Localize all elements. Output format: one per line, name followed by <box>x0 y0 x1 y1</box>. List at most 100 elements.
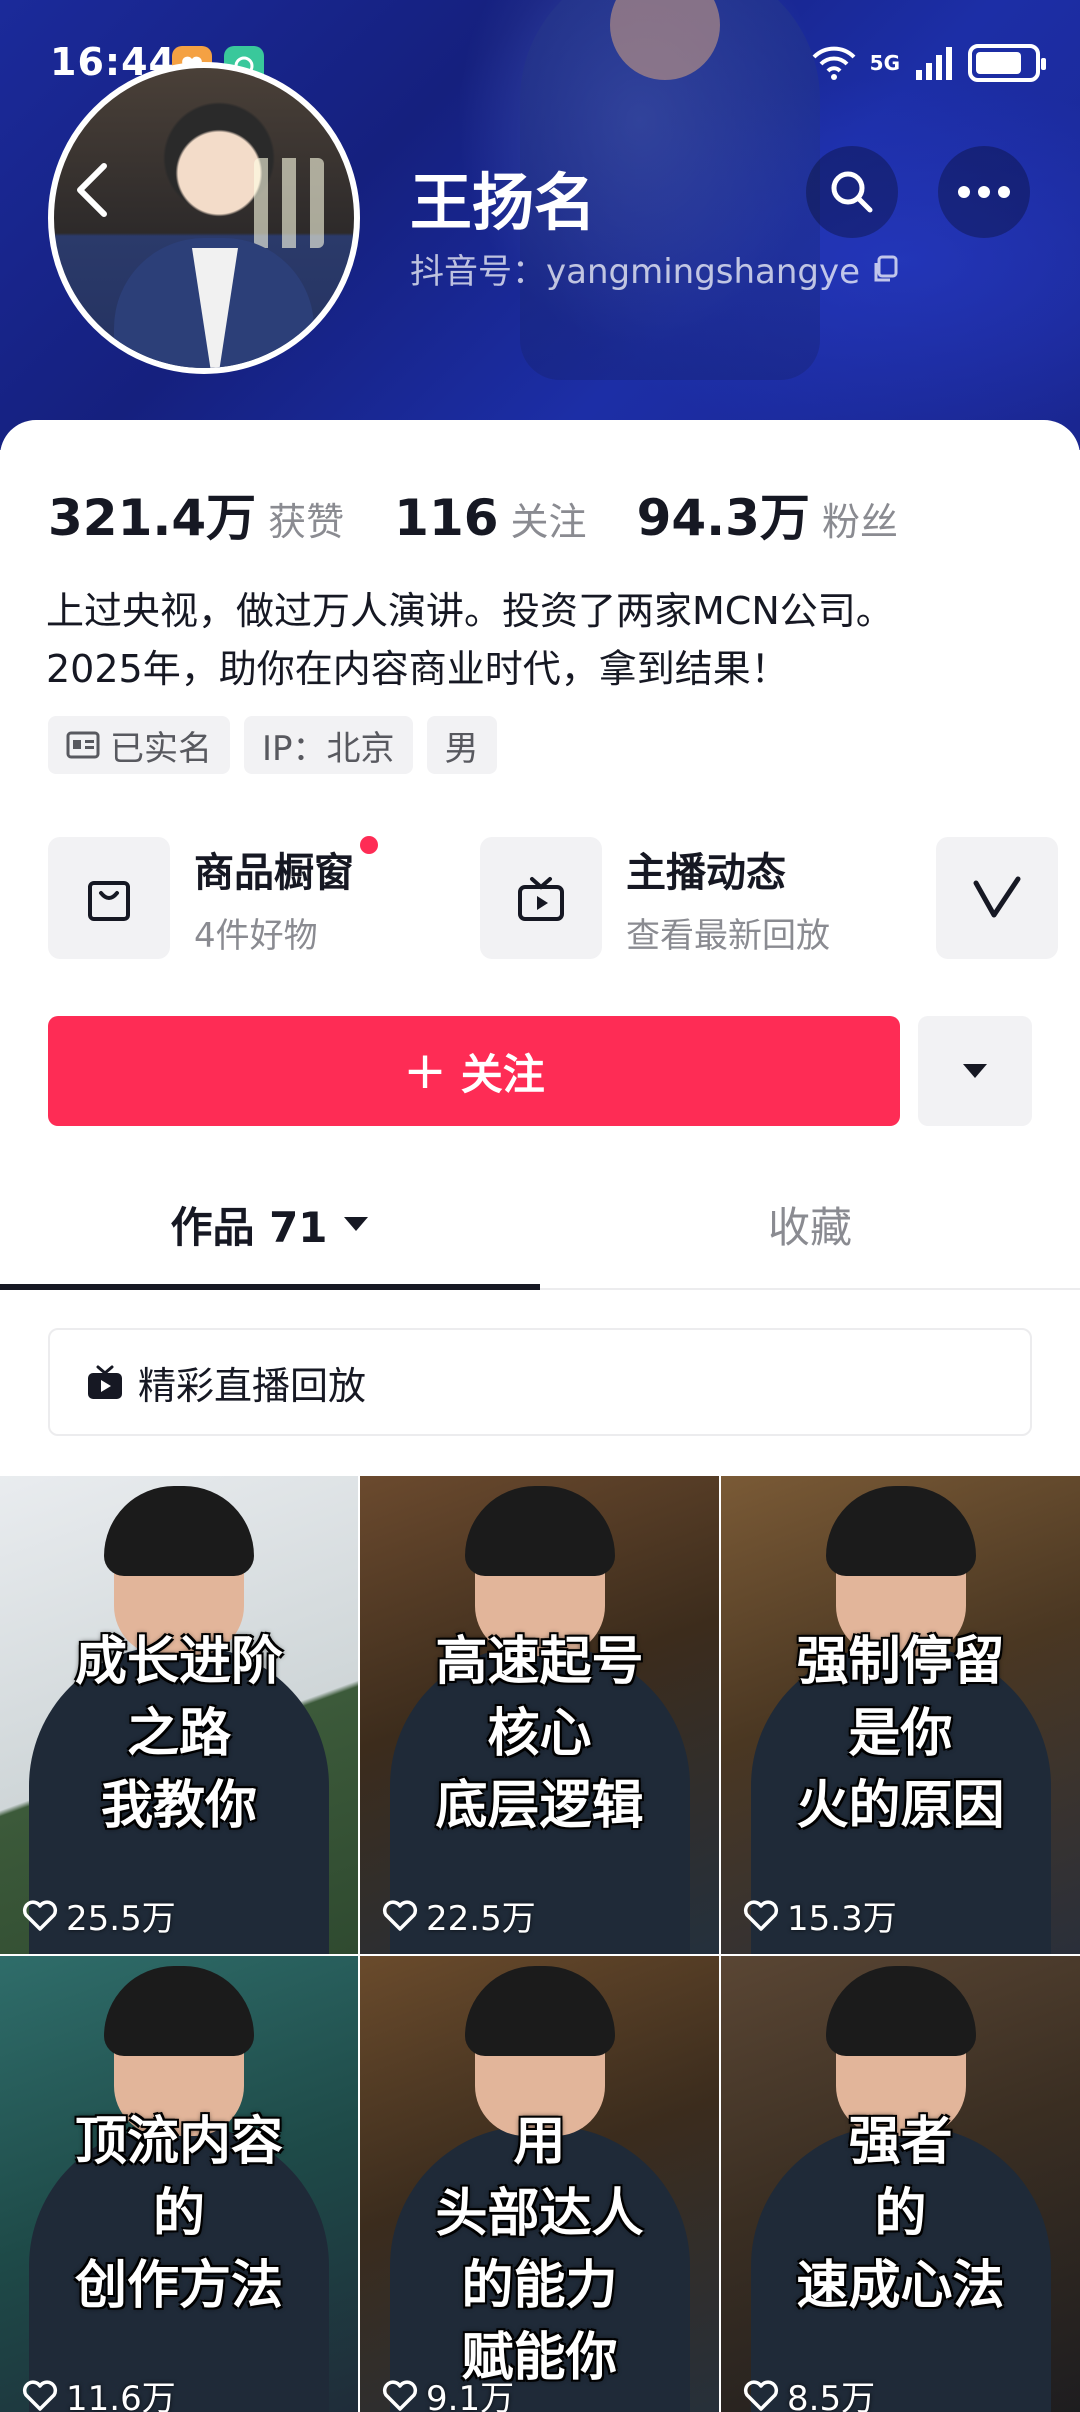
tab-favorites[interactable]: 收藏 <box>540 1160 1080 1288</box>
bag-icon <box>48 837 170 959</box>
stat-likes[interactable]: 321.4万 获赞 <box>48 478 344 550</box>
tab-works-label: 作品 71 <box>170 1202 328 1252</box>
more-dots-icon <box>958 186 1010 198</box>
stat-followers[interactable]: 94.3万 粉丝 <box>637 478 898 550</box>
video-tile[interactable]: 用头部达人 的能力 赋能你 9.1万 <box>360 1956 719 2412</box>
live-updates-title: 主播动态 <box>626 849 786 896</box>
video-caption: 成长进阶 之路 我教你 <box>0 1626 358 1842</box>
stat-followers-value: 94.3万 <box>636 489 810 547</box>
video-caption-line: 的 <box>874 2183 927 2244</box>
heart-icon <box>22 1900 58 1931</box>
video-caption-line: 我教你 <box>100 1775 257 1836</box>
heart-icon <box>743 2380 779 2411</box>
profile-stats: 321.4万 获赞 116 关注 94.3万 粉丝 <box>48 478 948 550</box>
video-caption-line: 的能力 <box>461 2255 618 2316</box>
stat-following[interactable]: 116 关注 <box>394 489 586 547</box>
video-caption-line: 速成心法 <box>796 2255 1005 2316</box>
douyin-id[interactable]: 抖音号：yangmingshangye <box>410 244 900 293</box>
id-card-icon <box>66 731 100 759</box>
follow-button-label: 关注 <box>460 1049 545 1099</box>
live-updates-entry[interactable]: 主播动态 查看最新回放 <box>480 836 830 960</box>
video-likes-count: 9.1万 <box>426 2379 515 2412</box>
tag-gender-label: 男 <box>444 728 479 769</box>
video-likes: 25.5万 <box>22 1891 176 1940</box>
video-grid: 成长进阶之路我教你 25.5万 高速起号核心底层逻辑 22.5万 强制停留是你火的原因 1… <box>0 1476 1080 2412</box>
video-likes: 11.6万 <box>22 2371 176 2412</box>
video-tile[interactable]: 成长进阶之路我教你 25.5万 <box>0 1476 358 1954</box>
profile-tags: 已实名 IP：北京 男 <box>48 716 497 774</box>
stat-followers-label: 粉丝 <box>821 500 898 544</box>
video-caption-line: 头部达人 <box>435 2183 644 2244</box>
tab-favorites-label: 收藏 <box>767 1202 852 1252</box>
video-caption-line: 火的原因 <box>796 1775 1005 1836</box>
video-caption: 高速起号核心底层逻辑 <box>360 1626 719 1842</box>
status-indicators: 5G <box>812 44 1046 82</box>
notification-dot <box>360 835 378 854</box>
video-likes: 9.1万 <box>382 2371 514 2412</box>
video-caption: 用头部达人 的能力 赋能你 <box>360 2106 719 2394</box>
heart-icon <box>382 2380 418 2411</box>
video-tile[interactable]: 强制停留是你火的原因 15.3万 <box>721 1476 1080 1954</box>
tag-verified: 已实名 <box>48 716 230 774</box>
video-caption-line: 高速起号 <box>435 1631 644 1692</box>
stat-following-value: 116 <box>394 489 499 547</box>
bio-line-2: 2025年，助你在内容商业时代，拿到结果！ <box>46 647 789 691</box>
video-caption-line: 是你 <box>848 1703 953 1764</box>
shop-window-subtitle: 4件好物 <box>194 915 318 956</box>
video-likes-count: 22.5万 <box>426 1899 536 1939</box>
profile-bio: 上过央视，做过万人演讲。投资了两家MCN公司。 2025年，助你在内容商业时代，… <box>46 582 1046 698</box>
tag-gender: 男 <box>426 716 497 774</box>
tab-works[interactable]: 作品 71 <box>0 1160 540 1288</box>
stat-likes-label: 获赞 <box>268 500 345 544</box>
video-caption-line: 强者 <box>848 2111 953 2172</box>
video-caption-line: 顶流内容 <box>74 2111 283 2172</box>
search-icon <box>831 171 873 213</box>
live-updates-subtitle: 查看最新回放 <box>626 915 830 956</box>
more-button[interactable] <box>938 146 1030 238</box>
signal-icon <box>916 47 952 80</box>
content-tabs: 作品 71 收藏 <box>0 1160 1080 1290</box>
feature-row: 商品橱窗 4件好物 主播动态 查看最新回放 <box>48 835 1058 960</box>
video-caption-line: 强制停留 <box>796 1631 1005 1692</box>
heart-icon <box>382 1900 418 1931</box>
video-caption-line: 成长进阶 <box>74 1631 283 1692</box>
caret-down-icon <box>343 1217 368 1231</box>
video-tile[interactable]: 强者的速成心法 8.5万 <box>721 1956 1080 2412</box>
active-tab-indicator <box>0 1284 540 1290</box>
video-caption-line: 底层逻辑 <box>435 1775 644 1836</box>
search-button[interactable] <box>806 146 898 238</box>
stat-following-label: 关注 <box>510 500 587 544</box>
back-button[interactable] <box>62 160 122 220</box>
wifi-icon <box>812 46 856 80</box>
tag-verified-label: 已实名 <box>110 728 212 769</box>
video-caption: 强者的速成心法 <box>721 2106 1080 2322</box>
stat-likes-value: 321.4万 <box>48 489 257 547</box>
more-features-entry[interactable] <box>936 836 1058 960</box>
tag-ip-label: IP：北京 <box>262 728 395 769</box>
video-caption-line: 核心 <box>487 1703 592 1764</box>
video-caption-line: 用 <box>513 2111 566 2172</box>
tag-ip-location: IP：北京 <box>244 716 413 774</box>
video-likes: 22.5万 <box>382 1891 536 1940</box>
bio-line-1: 上过央视，做过万人演讲。投资了两家MCN公司。 <box>46 589 894 633</box>
video-likes-count: 15.3万 <box>787 1899 897 1939</box>
video-tile[interactable]: 高速起号核心底层逻辑 22.5万 <box>360 1476 719 1954</box>
video-likes-count: 25.5万 <box>66 1899 176 1939</box>
video-tile[interactable]: 顶流内容的创作方法 11.6万 <box>0 1956 358 2412</box>
shop-window-title: 商品橱窗 <box>194 835 378 898</box>
battery-icon <box>968 44 1046 82</box>
shop-window-entry[interactable]: 商品橱窗 4件好物 <box>48 835 378 960</box>
douyin-id-text: 抖音号：yangmingshangye <box>410 252 861 292</box>
video-caption-line: 之路 <box>126 1703 231 1764</box>
copy-icon <box>874 255 898 281</box>
recommend-dropdown-button[interactable] <box>918 1016 1032 1126</box>
video-caption: 顶流内容的创作方法 <box>0 2106 358 2322</box>
video-caption: 强制停留是你火的原因 <box>721 1626 1080 1842</box>
live-replay-banner[interactable]: 精彩直播回放 <box>48 1328 1032 1436</box>
video-caption-line: 创作方法 <box>74 2255 283 2316</box>
follow-button[interactable]: + 关注 <box>48 1016 900 1126</box>
heart-icon <box>22 2380 58 2411</box>
plus-icon: + <box>403 1041 447 1101</box>
v-logo-icon <box>936 837 1058 959</box>
video-likes-count: 11.6万 <box>66 2379 176 2412</box>
